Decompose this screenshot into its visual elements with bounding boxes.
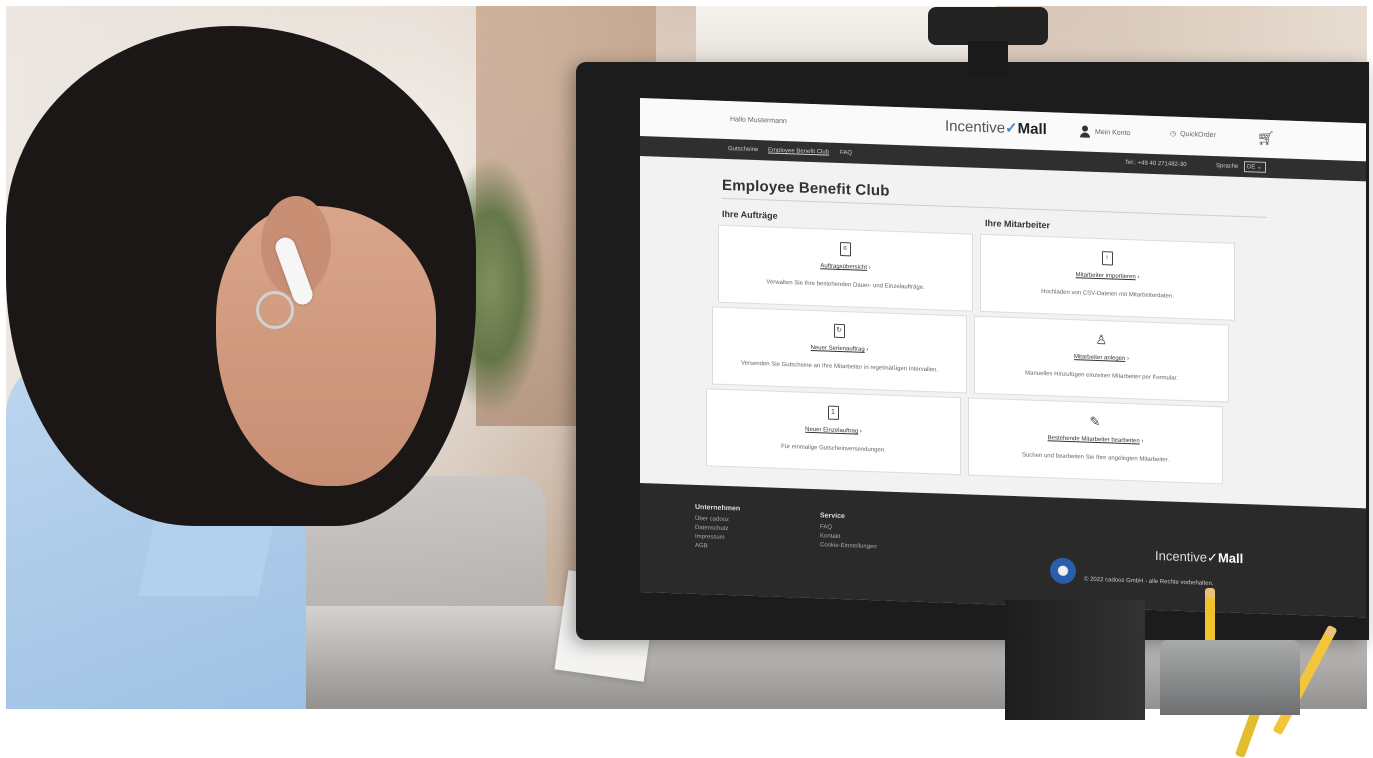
footer-link[interactable]: Cookie-Einstellungen — [820, 541, 877, 552]
card-link-label: Mitarbeiter anlegen — [1073, 354, 1126, 362]
footer-heading: Unternehmen — [695, 503, 741, 513]
footer-company-column: Unternehmen Über cadooz Datenschutz Impr… — [695, 503, 740, 553]
webcam-body — [928, 7, 1048, 45]
incentive-mall-logo[interactable]: Incentive✓Mall — [945, 117, 1047, 139]
monitor-stand — [1005, 600, 1145, 720]
recurring-document-icon: ↻ — [833, 323, 845, 339]
card-order-overview[interactable]: ≡ Auftragsübersicht › Verwalten Sie Ihre… — [718, 224, 973, 312]
card-import-employees[interactable]: ↑ Mitarbeiter importieren › Hochladen vo… — [980, 233, 1235, 321]
card-link-label: Neuer Einzelauftrag — [805, 426, 859, 435]
card-description: Hochladen von CSV-Dateien mit Mitarbeite… — [1041, 289, 1174, 300]
nav-item-gutscheine[interactable]: Gutscheine — [728, 146, 758, 153]
quickorder-link[interactable]: ◷ QuickOrder — [1170, 130, 1216, 140]
footer-logo-bold: Mall — [1217, 550, 1244, 567]
pencil-cup — [1160, 640, 1300, 715]
logo-text: Incentive — [945, 117, 1006, 137]
footer-logo-check-icon: ✓ — [1207, 549, 1218, 566]
card-new-single-order[interactable]: 1 Neuer Einzelauftrag › Für einmalige Gu… — [706, 388, 961, 476]
card-edit-employees[interactable]: ✎ Bestehende Mitarbeiter bearbeiten › Su… — [968, 397, 1223, 485]
account-link[interactable]: Mein Konto — [1080, 125, 1130, 139]
language-select[interactable]: DE ⌄ — [1244, 161, 1266, 173]
logo-text-bold: Mall — [1017, 120, 1047, 139]
nav-item-employee-benefit-club[interactable]: Employee Benefit Club — [768, 147, 829, 155]
cart-icon[interactable]: 🛒︎ — [1257, 130, 1275, 148]
page-title: Employee Benefit Club — [722, 176, 890, 200]
hoop-earring — [256, 291, 294, 329]
section-heading-employees: Ihre Mitarbeiter — [985, 218, 1051, 231]
webcam — [928, 7, 1048, 77]
add-user-icon: ♙ — [1095, 331, 1108, 348]
account-label: Mein Konto — [1095, 128, 1131, 137]
footer-logo: Incentive✓Mall — [1155, 548, 1243, 567]
quickorder-label: QuickOrder — [1180, 130, 1216, 139]
card-link-label: Bestehende Mitarbeiter bearbeiten — [1047, 435, 1140, 445]
certification-seal-icon — [1050, 557, 1076, 585]
greeting-text: Hallo Mustermann — [730, 116, 787, 126]
footer-heading: Service — [820, 512, 845, 521]
footer-link[interactable]: AGB — [695, 542, 740, 553]
card-add-employee[interactable]: ♙ Mitarbeiter anlegen › Manuelles Hinzuf… — [974, 315, 1229, 403]
upload-document-icon: ↑ — [1101, 251, 1113, 266]
card-description: Für einmalige Gutscheinversendungen. — [781, 443, 886, 454]
logo-check-icon: ✓ — [1005, 119, 1018, 138]
phone-number: Tel.: +49 40 271482-30 — [1125, 159, 1187, 169]
card-link-label: Auftragsübersicht — [820, 263, 868, 271]
card-description: Manuelles Hinzufügen einzelner Mitarbeit… — [1025, 370, 1178, 382]
user-icon — [1080, 125, 1090, 137]
card-link-label: Neuer Serienauftrag — [810, 344, 865, 353]
quickorder-icon: ◷ — [1170, 130, 1177, 138]
card-description: Suchen und bearbeiten Sie Ihre angelegte… — [1021, 452, 1170, 464]
monitor-screen: Hallo Mustermann Incentive✓Mall Mein Kon… — [640, 98, 1366, 618]
title-divider — [722, 197, 1267, 218]
copyright-text: © 2022 cadooz GmbH - alle Rechte vorbeha… — [1084, 576, 1214, 588]
edit-user-icon: ✎ — [1089, 413, 1101, 430]
webcam-mount — [968, 41, 1008, 75]
card-description: Versenden Sie Gutscheine an Ihre Mitarbe… — [740, 360, 939, 374]
language-label: Sprache — [1216, 163, 1239, 170]
footer-service-column: Service FAQ Kontakt Cookie-Einstellungen — [820, 511, 877, 552]
card-description: Verwalten Sie Ihre bestehenden Dauer- un… — [766, 279, 925, 291]
single-document-icon: 1 — [827, 405, 839, 420]
nav-item-faq[interactable]: FAQ — [840, 150, 852, 156]
section-heading-orders: Ihre Aufträge — [722, 208, 778, 221]
card-link-label: Mitarbeiter importieren — [1075, 272, 1136, 281]
document-icon: ≡ — [839, 241, 851, 257]
footer-logo-text: Incentive — [1155, 547, 1208, 565]
card-new-series-order[interactable]: ↻ Neuer Serienauftrag › Versenden Sie Gu… — [712, 306, 967, 394]
